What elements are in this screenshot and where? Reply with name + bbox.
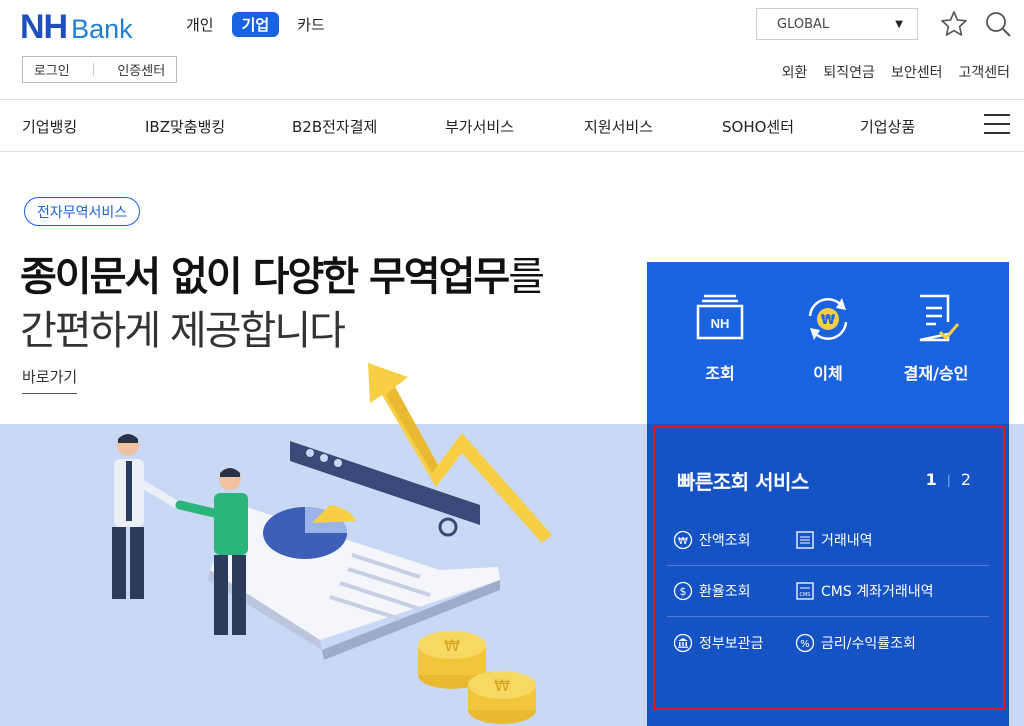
person-left [112, 434, 178, 599]
quick-action-approval[interactable]: 결재/승인 [881, 292, 991, 384]
auth-divider: | [91, 62, 96, 77]
cert-center-link[interactable]: 인증센터 [117, 60, 165, 79]
quick-panel: NH 조회 ₩ 이체 결재/승인 빠른조회 서비스 1 | 2 ₩ 잔액조회 거… [647, 262, 1009, 726]
quick-actions: NH 조회 ₩ 이체 결재/승인 [647, 262, 1009, 424]
svg-text:$: $ [680, 585, 687, 598]
logo-bank-text: Bank [71, 14, 133, 44]
global-select-value: GLOBAL [777, 16, 830, 32]
login-link[interactable]: 로그인 [34, 60, 70, 79]
util-link-customer[interactable]: 고객센터 [958, 62, 1010, 82]
coin-stack-2: ₩ [468, 671, 536, 724]
nh-inquiry-icon: NH [696, 294, 744, 340]
quick-lookup-row: $ 환율조회 CMS CMS 계좌거래내역 [667, 566, 989, 617]
svg-text:%: % [800, 639, 810, 650]
quick-action-transfer-label: 이체 [813, 364, 843, 383]
tab-card[interactable]: 카드 [289, 12, 333, 37]
pager-divider: | [946, 472, 951, 487]
quick-item-transactions-label: 거래내역 [821, 533, 873, 549]
nav-item-ibz-banking[interactable]: IBZ맞춤뱅킹 [145, 116, 225, 137]
quick-item-interest-rate-label: 금리/수익률조회 [821, 635, 916, 652]
utility-links: 외환 퇴직연금 보안센터 고객센터 [782, 62, 1010, 82]
svg-text:₩: ₩ [821, 313, 836, 328]
star-icon[interactable] [940, 10, 968, 38]
hero-subheadline: 간편하게 제공합니다 [20, 308, 346, 354]
quick-action-approval-label: 결재/승인 [903, 364, 969, 383]
nav-item-b2b-payment[interactable]: B2B전자결제 [292, 116, 377, 137]
hero-headline: 종이문서 없이 다양한 무역업무를 [20, 244, 545, 302]
logo-nh-text: NH [20, 8, 68, 46]
svg-text:₩: ₩ [678, 536, 688, 547]
hero-headline-bold: 종이문서 없이 다양한 무역업무 [20, 254, 510, 300]
approval-doc-icon [919, 294, 960, 342]
quick-item-cms-label: CMS 계좌거래내역 [821, 584, 934, 600]
quick-item-cms[interactable]: CMS CMS 계좌거래내역 [795, 581, 933, 601]
won-transfer-icon: ₩ [808, 298, 848, 340]
segment-tabs: 개인 기업 카드 [178, 12, 333, 37]
util-link-pension[interactable]: 퇴직연금 [823, 62, 875, 82]
nav-item-business-products[interactable]: 기업상품 [860, 116, 915, 137]
hero-illustration: ₩ ₩ [112, 363, 552, 724]
pager-page-2[interactable]: 2 [961, 470, 971, 489]
svg-text:₩: ₩ [494, 676, 510, 695]
nav-item-support-services[interactable]: 지원서비스 [584, 116, 653, 137]
util-link-security[interactable]: 보안센터 [891, 62, 943, 82]
list-doc-icon [796, 531, 814, 549]
nav-item-business-banking[interactable]: 기업뱅킹 [22, 116, 77, 137]
tab-business[interactable]: 기업 [231, 12, 280, 37]
quick-item-government-deposit-label: 정부보관금 [699, 635, 764, 652]
quick-lookup-title: 빠른조회 서비스 [677, 470, 809, 494]
svg-text:CMS: CMS [800, 592, 811, 598]
quick-item-transactions[interactable]: 거래내역 [795, 530, 873, 550]
quick-action-inquiry[interactable]: NH 조회 [665, 292, 775, 384]
person-right [175, 468, 248, 635]
quick-item-exchange-rate-label: 환율조회 [699, 584, 751, 600]
quick-item-balance-label: 잔액조회 [699, 533, 751, 549]
quick-lookup-pager: 1 | 2 [926, 470, 971, 489]
tab-personal[interactable]: 개인 [178, 12, 222, 37]
svg-text:NH: NH [711, 316, 730, 331]
quick-lookup-row: 정부보관금 % 금리/수익률조회 [667, 617, 989, 668]
percent-circle-icon: % [795, 633, 815, 652]
hero-go-link[interactable]: 바로가기 [22, 366, 78, 394]
hero-headline-suffix: 를 [508, 254, 545, 300]
quick-lookup-row: ₩ 잔액조회 거래내역 [667, 515, 989, 566]
government-building-icon [673, 633, 693, 652]
cms-doc-icon: CMS [796, 582, 814, 600]
quick-action-transfer[interactable]: ₩ 이체 [773, 292, 883, 384]
hero-badge: 전자무역서비스 [24, 197, 141, 226]
search-icon[interactable] [984, 10, 1012, 38]
global-select[interactable]: GLOBAL ▼ [756, 8, 918, 40]
main-nav: 기업뱅킹 IBZ맞춤뱅킹 B2B전자결제 부가서비스 지원서비스 SOHO센터 … [0, 99, 1024, 152]
quick-item-balance[interactable]: ₩ 잔액조회 [673, 530, 751, 550]
pager-page-1[interactable]: 1 [926, 470, 937, 489]
nav-item-extra-services[interactable]: 부가서비스 [445, 116, 514, 137]
won-circle-icon: ₩ [673, 530, 693, 550]
quick-item-exchange-rate[interactable]: $ 환율조회 [673, 581, 751, 601]
util-link-forex[interactable]: 외환 [782, 62, 808, 82]
nh-bank-logo[interactable]: NH Bank [20, 8, 133, 47]
quick-item-interest-rate[interactable]: % 금리/수익률조회 [795, 633, 916, 653]
menu-icon[interactable] [984, 114, 1010, 136]
quick-item-government-deposit[interactable]: 정부보관금 [673, 633, 763, 653]
caret-down-icon: ▼ [895, 18, 903, 30]
nav-item-soho-center[interactable]: SOHO센터 [722, 116, 794, 137]
auth-box: 로그인 | 인증센터 [22, 56, 177, 83]
svg-text:₩: ₩ [444, 636, 460, 655]
dollar-circle-icon: $ [673, 581, 693, 601]
quick-lookup-section: 빠른조회 서비스 1 | 2 ₩ 잔액조회 거래내역 $ 환율조회 CMS CM… [647, 424, 1009, 726]
quick-action-inquiry-label: 조회 [705, 364, 735, 383]
